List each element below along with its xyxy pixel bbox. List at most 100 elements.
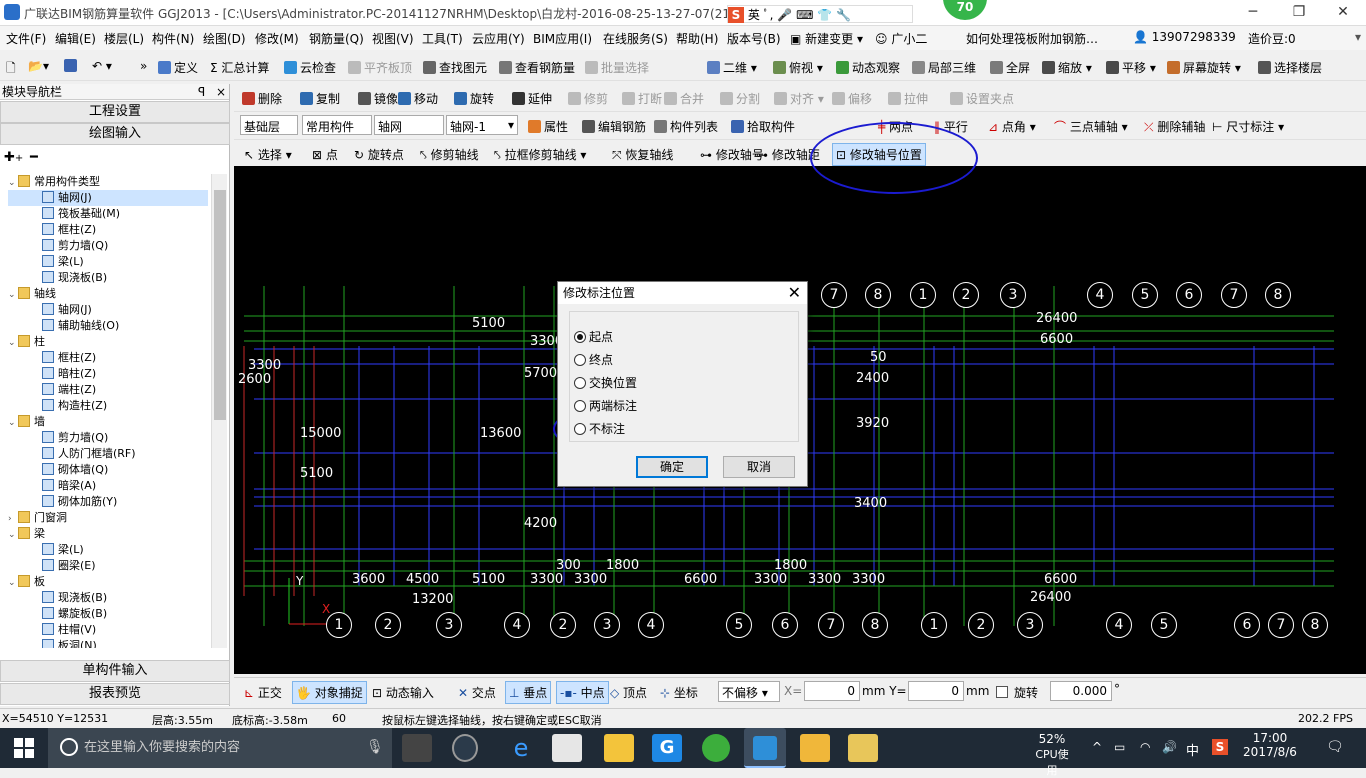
tree-item[interactable]: 剪力墙(Q) — [8, 430, 208, 446]
rotate-checkbox[interactable] — [996, 686, 1008, 698]
tree-item[interactable]: ⌄ 梁 — [8, 526, 208, 542]
delete-button[interactable]: 删除 — [242, 90, 282, 107]
tree-item[interactable]: 砌体墙(Q) — [8, 462, 208, 478]
find-element-button[interactable]: 查找图元 — [423, 59, 487, 76]
y-input[interactable] — [908, 681, 964, 701]
tree-item[interactable]: ⌄ 柱 — [8, 334, 208, 350]
tree-item[interactable]: 框柱(Z) — [8, 350, 208, 366]
notes-app-icon[interactable] — [800, 734, 830, 762]
axis-number-circle[interactable]: 2 — [550, 612, 576, 638]
axis-number-circle[interactable]: 1 — [921, 612, 947, 638]
skin-icon[interactable]: 👕 — [817, 8, 832, 22]
point-angle-button[interactable]: ⊿ 点角 ▾ — [988, 118, 1036, 135]
axis-number-circle[interactable]: 1 — [910, 282, 936, 308]
select-floor-button[interactable]: 选择楼层 — [1258, 59, 1322, 76]
ok-button[interactable]: 确定 — [636, 456, 708, 478]
expand-all-icon[interactable]: ✚+ — [4, 150, 23, 165]
mic-icon[interactable]: 🎙 — [366, 739, 384, 755]
menu-tools[interactable]: 工具(T) — [422, 30, 463, 47]
ime-toolbar[interactable]: S 英 ﾟ, 🎤 ⌨ 👕 🔧 — [727, 5, 913, 23]
radio-no-label[interactable]: 不标注 — [574, 420, 625, 437]
axis-number-circle[interactable]: 5 — [1132, 282, 1158, 308]
clock[interactable]: 17:00 2017/8/6 — [1240, 731, 1300, 759]
tree-item[interactable]: ⌄ 墙 — [8, 414, 208, 430]
dimension-button[interactable]: ⊢ 尺寸标注 ▾ — [1212, 118, 1284, 135]
minimize-button[interactable]: ─ — [1230, 0, 1276, 24]
windows-start-icon[interactable] — [14, 738, 34, 758]
user-account[interactable]: 👤 13907298339 — [1133, 30, 1236, 44]
zoom-button[interactable]: 缩放 ▾ — [1042, 59, 1092, 76]
menu-edit[interactable]: 编辑(E) — [55, 30, 96, 47]
tree-toggle-icon[interactable]: ⌄ — [8, 335, 18, 351]
axis-number-circle[interactable]: 8 — [862, 612, 888, 638]
tree-item[interactable]: 辅助轴线(O) — [8, 318, 208, 334]
ggj-app-icon[interactable] — [744, 728, 786, 768]
wifi-icon[interactable]: ◠ — [1140, 740, 1150, 754]
layer-select[interactable]: 基础层 — [240, 115, 298, 135]
tree-item[interactable]: 螺旋板(B) — [8, 606, 208, 622]
open-file-icon[interactable]: 📂▾ — [28, 59, 49, 73]
new-file-icon[interactable]: 🗋 — [6, 59, 16, 80]
tree-item[interactable]: › 门窗洞 — [8, 510, 208, 526]
help-link[interactable]: 如何处理筏板附加钢筋… — [966, 30, 1098, 47]
undo-icon[interactable]: ↶ ▾ — [92, 59, 112, 73]
tray-monitor-icon[interactable]: ▭ — [1114, 740, 1125, 754]
pan-button[interactable]: 平移 ▾ — [1106, 59, 1156, 76]
price-bean[interactable]: 造价豆:0 — [1248, 30, 1296, 47]
snap-coordinate[interactable]: ⊹ 坐标 — [660, 684, 698, 701]
menu-help[interactable]: 帮助(H) — [676, 30, 718, 47]
batch-select-button[interactable]: 批量选择 — [585, 59, 649, 76]
guangxiaoer-button[interactable]: ☺ 广小二 — [875, 30, 927, 47]
copy-button[interactable]: 复制 — [300, 90, 340, 107]
radio-swap-position[interactable]: 交换位置 — [574, 374, 637, 391]
axis-number-circle[interactable]: 2 — [375, 612, 401, 638]
taskbar-search-box[interactable]: 在这里输入你要搜索的内容 — [48, 728, 392, 768]
tree-item[interactable]: 轴网(J) — [8, 190, 208, 206]
axis-number-circle[interactable]: 2 — [953, 282, 979, 308]
axis-number-circle[interactable]: 3 — [1000, 282, 1026, 308]
tree-item[interactable]: 现浇板(B) — [8, 270, 208, 286]
axis-number-circle[interactable]: 4 — [1087, 282, 1113, 308]
volume-icon[interactable]: 🔊 — [1162, 740, 1177, 754]
punct-icon[interactable]: ﾟ, — [764, 8, 774, 22]
tree-scrollbar-thumb[interactable] — [214, 190, 226, 420]
box-trim-axis-button[interactable]: ⤣ 拉框修剪轴线 ▾ — [494, 146, 586, 163]
edge-browser-icon[interactable]: e — [506, 734, 536, 762]
tree-item[interactable]: ⌄ 常用构件类型 — [8, 174, 208, 190]
menu-view[interactable]: 视图(V) — [372, 30, 414, 47]
menu-bim[interactable]: BIM应用(I) — [533, 30, 592, 47]
mic-icon[interactable]: 🎤 — [777, 8, 792, 22]
select-button[interactable]: ↖ 选择 ▾ — [244, 146, 292, 163]
axis-number-circle[interactable]: 7 — [818, 612, 844, 638]
category-select[interactable]: 常用构件 — [302, 115, 372, 135]
define-button[interactable]: 定义 — [158, 59, 198, 76]
dynamic-view-button[interactable]: 动态观察 — [836, 59, 900, 76]
new-change-button[interactable]: ▣ 新建变更 ▾ — [790, 30, 863, 47]
offset-button[interactable]: 偏移 — [832, 90, 872, 107]
menu-draw[interactable]: 绘图(D) — [203, 30, 246, 47]
axis-number-circle[interactable]: 8 — [1302, 612, 1328, 638]
ime-indicator[interactable]: 中 — [1186, 740, 1199, 759]
axis-number-circle[interactable]: 5 — [726, 612, 752, 638]
save-icon[interactable] — [64, 59, 80, 73]
align-button[interactable]: 对齐 ▾ — [774, 90, 824, 107]
snap-perpendicular[interactable]: ⊥ 垂点 — [505, 681, 552, 704]
file-explorer-icon[interactable] — [604, 734, 634, 762]
green-app-icon[interactable] — [702, 734, 730, 762]
modify-axis-number-button[interactable]: ⊶ 修改轴号 — [700, 146, 764, 163]
menu-file[interactable]: 文件(F) — [6, 30, 46, 47]
restore-axis-button[interactable]: ⤧ 恢复轴线 — [612, 146, 673, 163]
axis-number-circle[interactable]: 7 — [1268, 612, 1294, 638]
project-settings-button[interactable]: 工程设置 — [0, 101, 230, 123]
tree-toggle-icon[interactable]: ⌄ — [8, 287, 18, 303]
radio-end-point[interactable]: 终点 — [574, 351, 613, 368]
point-button[interactable]: ⊠ 点 — [312, 146, 338, 163]
tree-item[interactable]: 圈梁(E) — [8, 558, 208, 574]
tree-item[interactable]: 筏板基础(M) — [8, 206, 208, 222]
tree-item[interactable]: 剪力墙(Q) — [8, 238, 208, 254]
tree-toggle-icon[interactable]: ⌄ — [8, 175, 18, 191]
tree-item[interactable]: ⌄ 轴线 — [8, 286, 208, 302]
stretch-button[interactable]: 拉伸 — [888, 90, 928, 107]
snap-intersection[interactable]: ✕ 交点 — [458, 684, 496, 701]
menu-floor[interactable]: 楼层(L) — [104, 30, 144, 47]
